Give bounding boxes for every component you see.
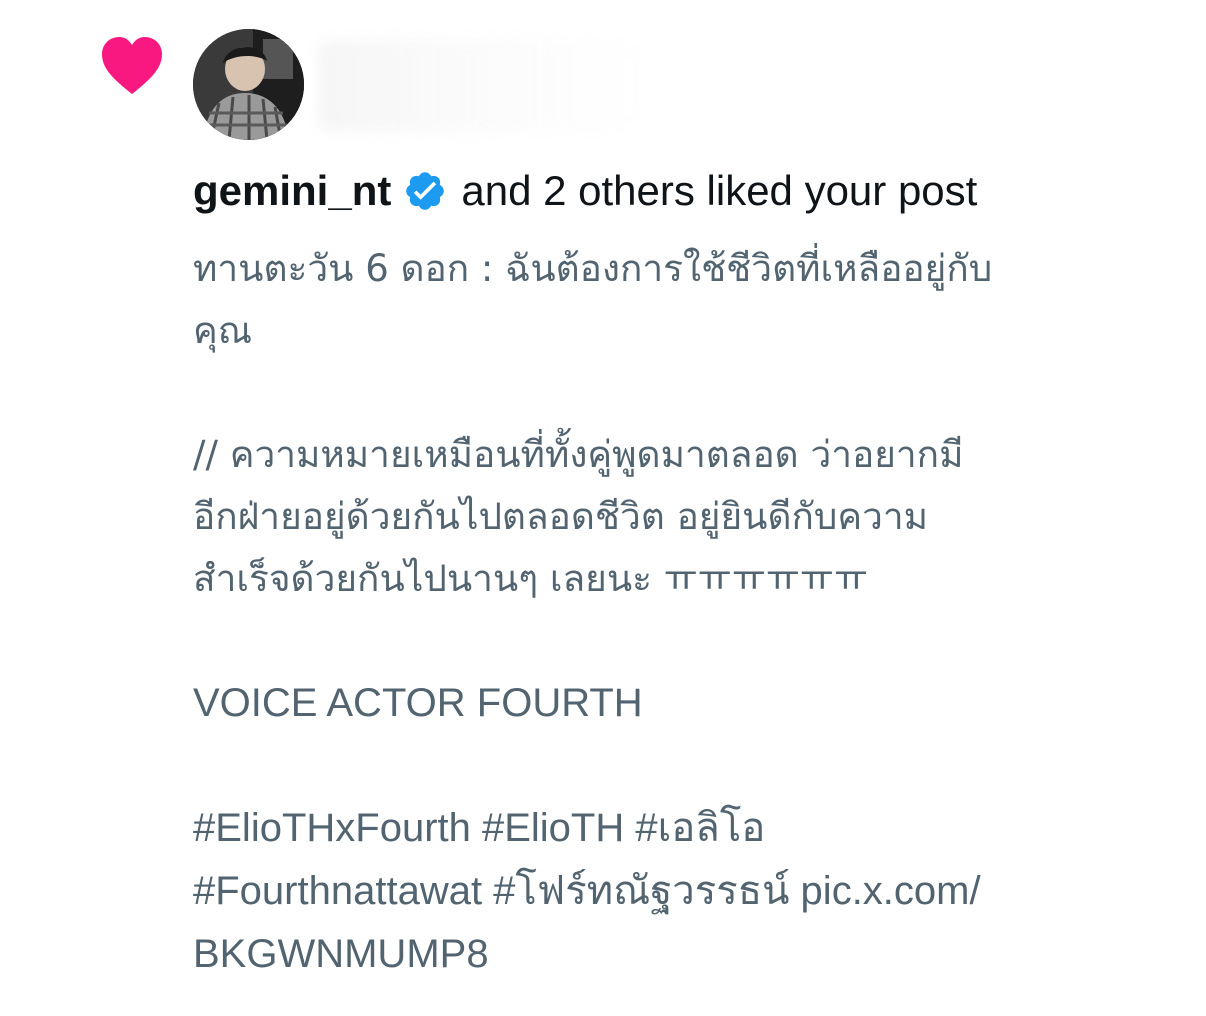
- post-line: คุณ: [193, 309, 253, 352]
- post-line: อีกฝ่ายอยู่ด้วยกันไปตลอดชีวิต อยู่ยินดีก…: [193, 495, 929, 538]
- post-preview[interactable]: ทานตะวัน 6 ดอก : ฉันต้องการใช้ชีวิตที่เห…: [193, 238, 1183, 986]
- post-line: // ความหมายเหมือนที่ทั้งคู่พูดมาตลอด ว่า…: [193, 433, 964, 476]
- heart-icon: [102, 37, 162, 94]
- redacted-area: [318, 40, 648, 132]
- post-line: สำเร็จด้วยกันไปนานๆ เลยนะ ㅠㅠㅠㅠㅠㅠ: [193, 557, 868, 600]
- notification-headline: gemini_nt and 2 others liked your post: [193, 160, 977, 222]
- like-notification[interactable]: gemini_nt and 2 others liked your post ท…: [0, 0, 1206, 1016]
- link-line[interactable]: BKGWNMUMP8: [193, 932, 489, 976]
- hashtag-line[interactable]: #ElioTHxFourth #ElioTH #เอลิโอ: [193, 806, 765, 850]
- post-line: VOICE ACTOR FOURTH: [193, 681, 643, 725]
- post-line: ทานตะวัน 6 ดอก : ฉันต้องการใช้ชีวิตที่เห…: [193, 247, 993, 290]
- avatar[interactable]: [193, 29, 304, 140]
- hashtag-line[interactable]: #Fourthnattawat #โฟร์ทณัฐวรรธน์ pic.x.co…: [193, 869, 981, 913]
- notification-action-text: and 2 others liked your post: [461, 167, 978, 214]
- verified-badge-icon: [406, 172, 445, 210]
- username-link[interactable]: gemini_nt: [193, 167, 391, 215]
